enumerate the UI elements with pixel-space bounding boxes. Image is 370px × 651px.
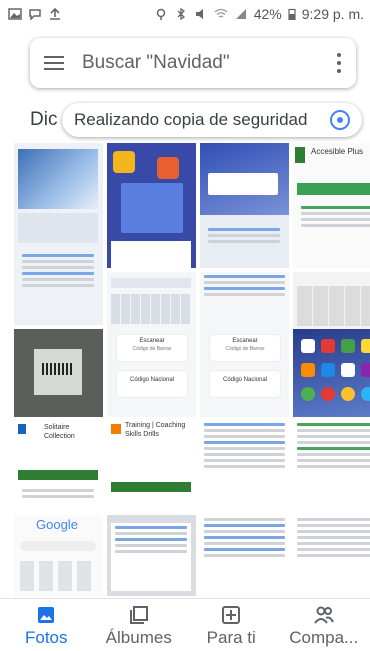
photo-icon	[38, 607, 55, 623]
battery-percent: 42%	[253, 6, 282, 22]
scan-title: Escanear	[232, 338, 258, 344]
photo-thumbnail[interactable]	[107, 143, 196, 268]
nav-label: Álbumes	[105, 628, 172, 647]
nav-albums[interactable]: Álbumes	[93, 599, 186, 651]
bluetooth-icon	[177, 8, 185, 20]
section-date-title: Dic	[30, 109, 58, 130]
photo-thumbnail[interactable]	[107, 272, 196, 330]
status-right: 42% 9:29 p. m.	[154, 6, 364, 22]
scan-sub: Código de Barras	[225, 345, 265, 352]
google-logo-text: Google	[36, 517, 78, 532]
battery-icon	[288, 8, 296, 20]
wifi-icon	[214, 8, 228, 18]
search-bar[interactable]: Buscar "Navidad"	[30, 38, 356, 88]
photo-grid: Accesible Plus Escanear Código de Barras	[14, 143, 370, 596]
photo-thumbnail[interactable]	[293, 420, 370, 512]
photo-thumbnail[interactable]: Solitaire Collection	[14, 420, 103, 512]
search-placeholder[interactable]: Buscar "Navidad"	[82, 52, 336, 74]
chat-notification-icon	[29, 9, 41, 20]
photo-thumbnail[interactable]	[200, 515, 289, 596]
nav-label: Fotos	[24, 628, 68, 647]
sharing-icon	[313, 606, 334, 624]
app-title: Training | Coaching Skills Drills	[125, 422, 186, 438]
nav-sharing[interactable]: Compa...	[278, 599, 370, 651]
photo-thumbnail[interactable]: Escanear Código de Barras Código Naciona…	[107, 329, 196, 417]
clock: 9:29 p. m.	[301, 6, 364, 22]
upload-icon	[50, 8, 60, 20]
status-bar: 42% 9:29 p. m.	[0, 0, 370, 28]
nav-photos[interactable]: Fotos	[0, 599, 93, 651]
for-you-icon	[222, 606, 241, 624]
photo-thumbnail[interactable]	[293, 515, 370, 596]
backup-status-label: Realizando copia de seguridad	[74, 110, 308, 129]
photo-thumbnail[interactable]: Accesible Plus	[293, 143, 370, 268]
bottom-navigation: Fotos Álbumes Para ti Compa...	[0, 598, 370, 651]
albums-icon	[129, 606, 148, 624]
nav-for-you[interactable]: Para ti	[185, 599, 278, 651]
photo-thumbnail[interactable]	[200, 272, 289, 330]
backup-sync-icon	[330, 110, 350, 130]
app-title: Solitaire Collection	[44, 424, 75, 440]
backup-status-chip[interactable]: Realizando copia de seguridad	[62, 103, 362, 137]
photo-thumbnail[interactable]	[14, 329, 103, 417]
scan-title: Escanear	[139, 338, 165, 344]
photo-thumbnail[interactable]	[293, 272, 370, 330]
google-photos-screen: 42% 9:29 p. m. Buscar "Navidad" Dic Real…	[0, 0, 370, 651]
gallery-notification-icon	[8, 8, 22, 20]
signal-icon	[235, 9, 246, 19]
location-icon	[156, 8, 165, 20]
photo-thumbnail[interactable]	[14, 143, 103, 325]
more-options-icon[interactable]	[336, 53, 342, 73]
photo-thumbnail[interactable]	[107, 515, 196, 596]
photo-thumbnail[interactable]	[200, 143, 289, 268]
photo-thumbnail[interactable]	[293, 329, 370, 417]
national-code: Código Nacional	[129, 377, 175, 383]
photo-thumbnail[interactable]: Training | Coaching Skills Drills	[107, 420, 196, 512]
national-code: Código Nacional	[222, 377, 268, 383]
photo-thumbnail[interactable]: Google	[14, 515, 103, 596]
nav-label: Para ti	[206, 628, 256, 647]
app-title: Accesible Plus	[311, 147, 364, 156]
menu-icon[interactable]	[44, 56, 64, 70]
mute-icon	[195, 9, 203, 19]
status-left	[8, 8, 62, 20]
photo-thumbnail[interactable]: Escanear Código de Barras Código Naciona…	[200, 329, 289, 417]
scan-sub: Código de Barras	[132, 345, 172, 352]
photo-thumbnail[interactable]	[200, 420, 289, 512]
nav-label: Compa...	[289, 628, 359, 647]
